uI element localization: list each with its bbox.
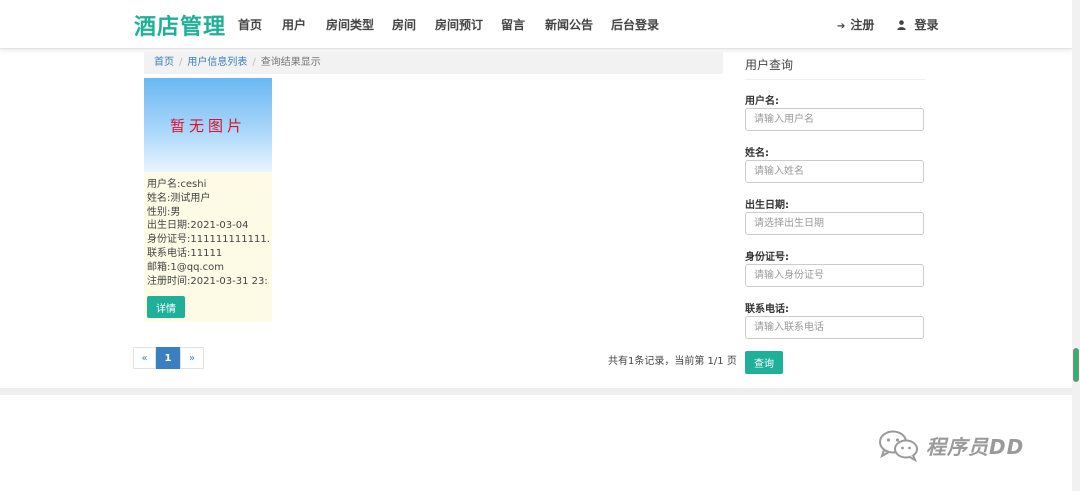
user-card: 暂无图片 用户名:ceshi 姓名:测试用户 性别:男 出生日期:2021-03… (144, 78, 272, 322)
info-birthdate: 出生日期:2021-03-04 (147, 220, 249, 232)
nav-item-home[interactable]: 首页 (238, 16, 262, 33)
nav-item-admin-login[interactable]: 后台登录 (611, 16, 659, 33)
id-number-label: 身份证号: (745, 252, 789, 263)
phone-input[interactable] (745, 316, 924, 339)
username-input[interactable] (745, 108, 924, 131)
name-input[interactable] (745, 160, 924, 183)
birthdate-input[interactable] (745, 212, 924, 235)
info-email: 邮箱:1@qq.com (147, 261, 224, 273)
id-number-input[interactable] (745, 264, 924, 287)
watermark-text: 程序员DD (926, 434, 1025, 459)
nav-item-rooms[interactable]: 房间 (392, 16, 416, 33)
scrollbar-thumb[interactable] (1073, 348, 1079, 382)
name-label: 姓名: (745, 148, 769, 159)
birthdate-label: 出生日期: (745, 200, 789, 211)
pagination: « 1 » (133, 347, 204, 369)
pagination-prev[interactable]: « (133, 347, 156, 369)
no-image-text: 暂无图片 (169, 116, 246, 135)
username-label: 用户名: (745, 96, 779, 107)
pagination-next[interactable]: » (180, 347, 204, 369)
pagination-page-current[interactable]: 1 (156, 347, 180, 369)
wechat-icon (879, 430, 918, 462)
watermark: 程序员DD (878, 428, 1024, 462)
login-label: 登录 (914, 18, 939, 32)
phone-label: 联系电话: (745, 304, 789, 315)
query-button[interactable]: 查询 (745, 351, 783, 374)
register-link[interactable]: ➔ 注册 (837, 16, 874, 33)
info-username: 用户名:ceshi (147, 179, 207, 190)
breadcrumb: 首页 / 用户信息列表 / 查询结果显示 (144, 52, 723, 74)
user-photo-placeholder: 暂无图片 (144, 78, 272, 172)
info-phone: 联系电话:11111 (147, 247, 223, 259)
register-label: 注册 (850, 18, 875, 32)
sign-in-icon: ➔ (837, 21, 846, 32)
user-info: 用户名:ceshi 姓名:测试用户 性别:男 出生日期:2021-03-04 身… (144, 172, 272, 288)
user-icon (897, 20, 909, 32)
footer-divider (0, 388, 1072, 395)
pagination-summary: 共有1条记录，当前第 1/1 页 (608, 356, 737, 367)
info-name: 姓名:测试用户 (147, 192, 211, 204)
brand-logo[interactable]: 酒店管理 (134, 9, 226, 41)
breadcrumb-separator: / (252, 57, 256, 68)
login-link[interactable]: 登录 (897, 16, 939, 33)
info-register-time: 注册时间:2021-03-31 23:... (147, 275, 269, 287)
info-id-number: 身份证号:111111111111... (147, 234, 269, 246)
breadcrumb-separator: / (179, 57, 183, 68)
info-gender: 性别:男 (147, 206, 181, 218)
nav-item-users[interactable]: 用户 (282, 16, 306, 33)
breadcrumb-user-list[interactable]: 用户信息列表 (187, 57, 247, 68)
breadcrumb-home[interactable]: 首页 (154, 57, 174, 68)
nav-item-room-booking[interactable]: 房间预订 (435, 16, 483, 33)
detail-button[interactable]: 详情 (147, 296, 185, 318)
breadcrumb-current: 查询结果显示 (260, 57, 321, 68)
top-navbar: 酒店管理 首页 用户 房间类型 房间 房间预订 留言 新闻公告 后台登录 ➔ 注册… (0, 0, 1072, 49)
scrollbar-track[interactable] (1072, 0, 1080, 491)
nav-item-room-types[interactable]: 房间类型 (326, 16, 374, 33)
nav-item-news[interactable]: 新闻公告 (545, 16, 593, 33)
search-panel-title: 用户查询 (745, 56, 925, 80)
nav-item-messages[interactable]: 留言 (501, 16, 525, 33)
